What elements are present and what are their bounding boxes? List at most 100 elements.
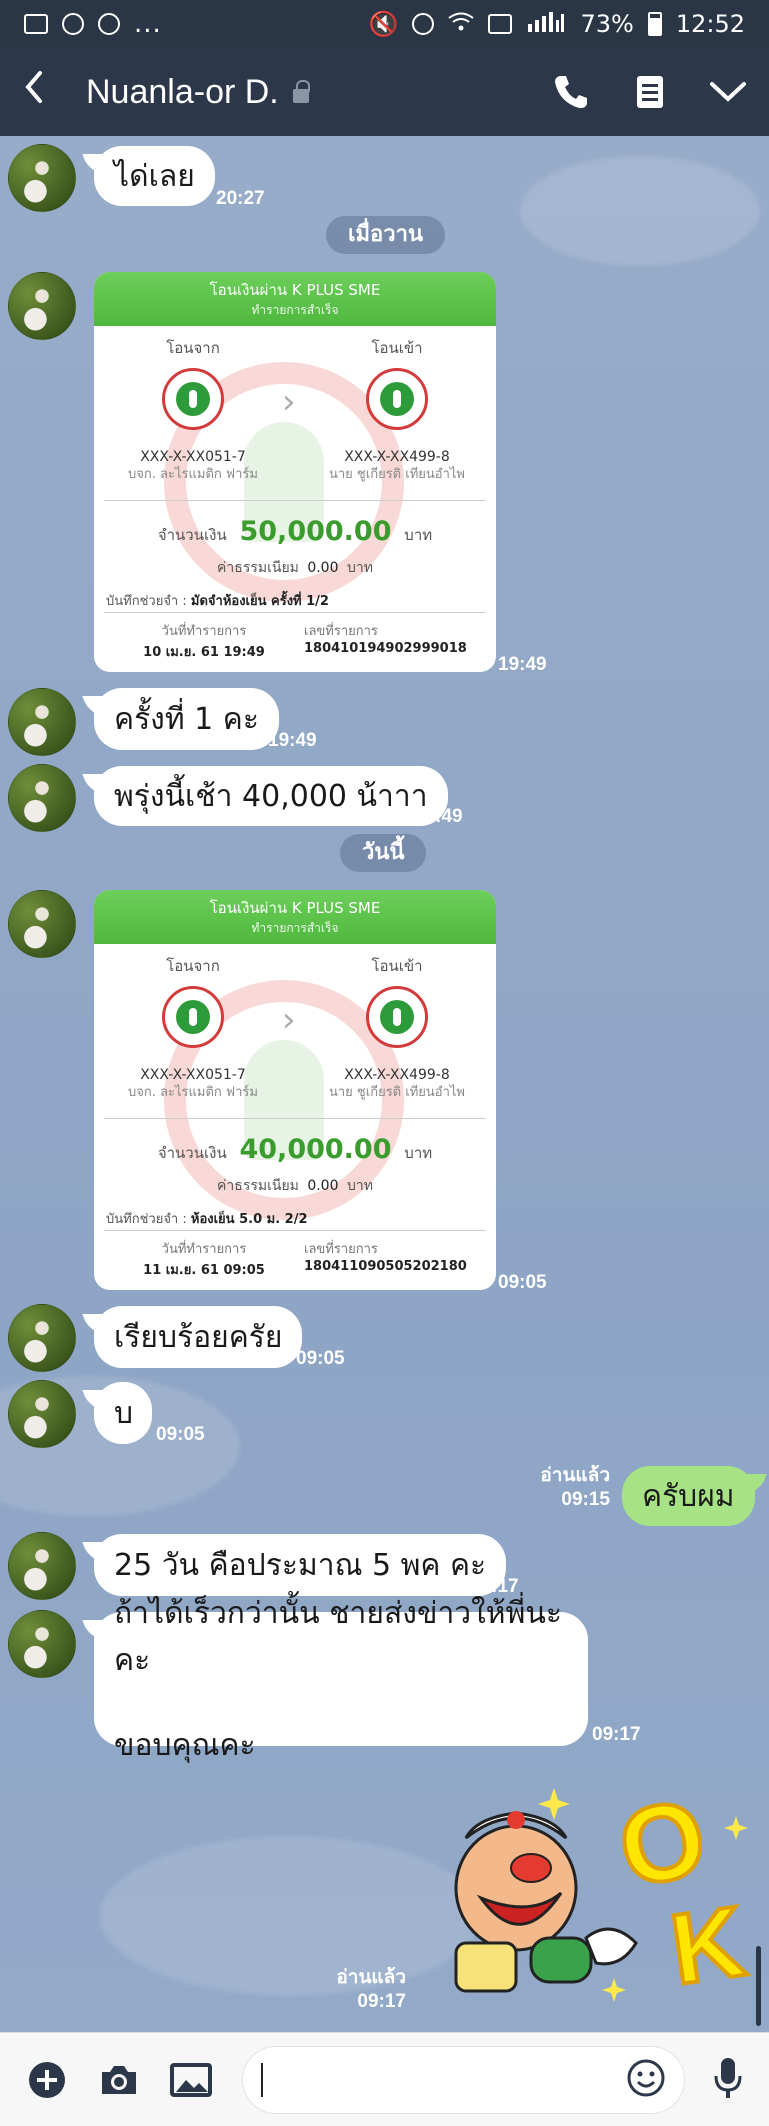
battery-icon: [647, 12, 662, 36]
message-bubble[interactable]: เรียบร้อยครัย: [94, 1306, 303, 1368]
app-notification-icon: [62, 13, 84, 35]
from-account-number: XXX-X-XX051-7: [140, 449, 246, 465]
avatar[interactable]: [8, 144, 76, 212]
message-input[interactable]: [242, 2045, 685, 2114]
kbank-logo-icon: [162, 986, 224, 1048]
from-account: XXX-X-XX051-7 บจก. ละไรแมติก ฟาร์ม: [108, 1066, 278, 1102]
amount-label: จำนวนเงิน: [157, 1144, 227, 1162]
fee-row: ค่าธรรมเนียม 0.00 บาท: [94, 1175, 496, 1197]
message-bubble[interactable]: พรุ่งนี้เช้า 40,000 น้าาา: [94, 766, 448, 826]
date-separator: เมื่อวาน: [326, 216, 445, 254]
microphone-button[interactable]: [713, 2056, 743, 2104]
fee-currency: บาท: [346, 1178, 373, 1194]
message-bubble[interactable]: บ: [94, 1382, 152, 1444]
avatar[interactable]: [8, 1610, 76, 1678]
message-bubble[interactable]: ครั้งที่ 1 คะ: [94, 688, 279, 750]
menu-chevron-button[interactable]: [709, 80, 747, 104]
divider: [104, 1230, 486, 1231]
date-label: วันที่ทำรายการ: [161, 624, 247, 639]
avatar[interactable]: [8, 1304, 76, 1372]
read-receipt: อ่านแล้ว: [540, 1465, 610, 1486]
to-account-number: XXX-X-XX499-8: [344, 1067, 450, 1083]
avatar[interactable]: [8, 688, 76, 756]
ok-sticker[interactable]: O K: [436, 1768, 756, 2004]
date-separator: วันนี้: [340, 834, 427, 872]
slip-header: โอนเงินผ่าน K PLUS SME ทำรายการสำเร็จ: [94, 890, 496, 944]
avatar[interactable]: [8, 1532, 76, 1600]
from-account-name: บจก. ละไรแมติก ฟาร์ม: [128, 467, 258, 482]
amount-value: 40,000.00: [239, 1134, 392, 1165]
transfer-slip-image[interactable]: โอนเงินผ่าน K PLUS SME ทำรายการสำเร็จ โอ…: [94, 272, 496, 672]
to-account-name: นาย ชูเกียรติ เทียนอำไพ: [329, 467, 465, 482]
message-time: 09:17: [357, 1991, 406, 2012]
fee-currency: บาท: [346, 560, 373, 576]
chevron-right-icon: ›: [282, 1000, 296, 1040]
more-notifications: ...: [134, 9, 162, 39]
amount-currency: บาท: [404, 1144, 433, 1162]
clock: 12:52: [675, 10, 745, 38]
divider: [104, 612, 486, 613]
from-label: โอนจาก: [166, 339, 220, 357]
ref-label: เลขที่รายการ: [304, 624, 378, 639]
message-time: 09:05: [296, 1348, 345, 1369]
fee-row: ค่าธรรมเนียม 0.00 บาท: [94, 557, 496, 579]
message-bubble[interactable]: ได่เลย: [94, 146, 215, 206]
transfer-slip-image[interactable]: โอนเงินผ่าน K PLUS SME ทำรายการสำเร็จ โอ…: [94, 890, 496, 1290]
background-cloud: [100, 1836, 480, 1996]
contact-name[interactable]: Nuanla-or D.: [86, 73, 279, 112]
avatar[interactable]: [8, 890, 76, 958]
read-receipt: อ่านแล้ว: [336, 1967, 406, 1988]
from-account-number: XXX-X-XX051-7: [140, 1067, 246, 1083]
notes-button[interactable]: [635, 74, 665, 110]
fee-label: ค่าธรรมเนียม: [217, 1178, 299, 1194]
message-time: 09:17: [592, 1724, 641, 1745]
from-account: XXX-X-XX051-7 บจก. ละไรแมติก ฟาร์ม: [108, 448, 278, 484]
text-caret: [261, 2062, 263, 2097]
add-button[interactable]: [26, 2059, 68, 2101]
slip-header: โอนเงินผ่าน K PLUS SME ทำรายการสำเร็จ: [94, 272, 496, 326]
date-label: วันที่ทำรายการ: [161, 1242, 247, 1257]
date-value: 11 เม.ย. 61 09:05: [143, 1263, 265, 1278]
scrollbar[interactable]: [756, 1946, 761, 2026]
avatar[interactable]: [8, 272, 76, 340]
transaction-ref: เลขที่รายการ 180410194902999018: [304, 620, 484, 656]
to-account-name: นาย ชูเกียรติ เทียนอำไพ: [329, 1085, 465, 1100]
message-read-status: อ่านแล้ว 09:17: [334, 1966, 406, 2014]
wifi-icon: [448, 10, 475, 38]
emoji-button[interactable]: [626, 2058, 666, 2102]
ref-value: 180410194902999018: [304, 641, 467, 656]
call-button[interactable]: [551, 72, 591, 112]
to-account: XXX-X-XX499-8 นาย ชูเกียรติ เทียนอำไพ: [312, 448, 482, 484]
sim-icon: [488, 14, 513, 34]
transaction-ref: เลขที่รายการ 180411090505202180: [304, 1238, 484, 1274]
gallery-button[interactable]: [170, 2059, 212, 2101]
ref-value: 180411090505202180: [304, 1259, 467, 1274]
chat-header: Nuanla-or D.: [0, 48, 769, 136]
to-label: โอนเข้า: [371, 339, 423, 357]
avatar[interactable]: [8, 1380, 76, 1448]
memo-value: มัดจำห้องเย็น ครั้งที่ 1/2: [190, 594, 329, 609]
message-bubble[interactable]: 25 วัน คือประมาณ 5 พค คะ: [94, 1534, 507, 1596]
fee-value: 0.00: [307, 560, 339, 576]
message-read-status: อ่านแล้ว 09:15: [538, 1464, 610, 1512]
message-time: 20:27: [216, 188, 265, 209]
ref-label: เลขที่รายการ: [304, 1242, 378, 1257]
camera-button[interactable]: [98, 2059, 140, 2101]
memo-row: บันทึกช่วยจำ : มัดจำห้องเย็น ครั้งที่ 1/…: [106, 590, 329, 611]
slip-subtitle: ทำรายการสำเร็จ: [251, 921, 339, 935]
message-bubble-outgoing[interactable]: ครับผม: [622, 1466, 755, 1526]
message-line: ถ้าได้เร็วกว่านั้น ชายส่งข่าวให้พี่นะคะ: [114, 1595, 562, 1678]
from-account-name: บจก. ละไรแมติก ฟาร์ม: [128, 1085, 258, 1100]
amount-label: จำนวนเงิน: [157, 526, 227, 544]
line-notification-icon: [98, 13, 120, 35]
back-button[interactable]: [22, 69, 62, 115]
status-bar: ... 🔇 73% 12:52: [0, 0, 769, 48]
chat-area[interactable]: ได่เลย 20:27 เมื่อวาน โอนเงินผ่าน K PLUS…: [0, 136, 769, 2032]
memo-value: ห้องเย็น 5.0 ม. 2/2: [190, 1212, 308, 1227]
message-bubble[interactable]: ถ้าได้เร็วกว่านั้น ชายส่งข่าวให้พี่นะคะ …: [94, 1596, 588, 1763]
gallery-notification-icon: [24, 14, 48, 34]
message-line: ขอบคุณคะ: [114, 1727, 256, 1763]
avatar[interactable]: [8, 764, 76, 832]
background-cloud: [520, 156, 760, 266]
message-time: 09:05: [156, 1424, 205, 1445]
